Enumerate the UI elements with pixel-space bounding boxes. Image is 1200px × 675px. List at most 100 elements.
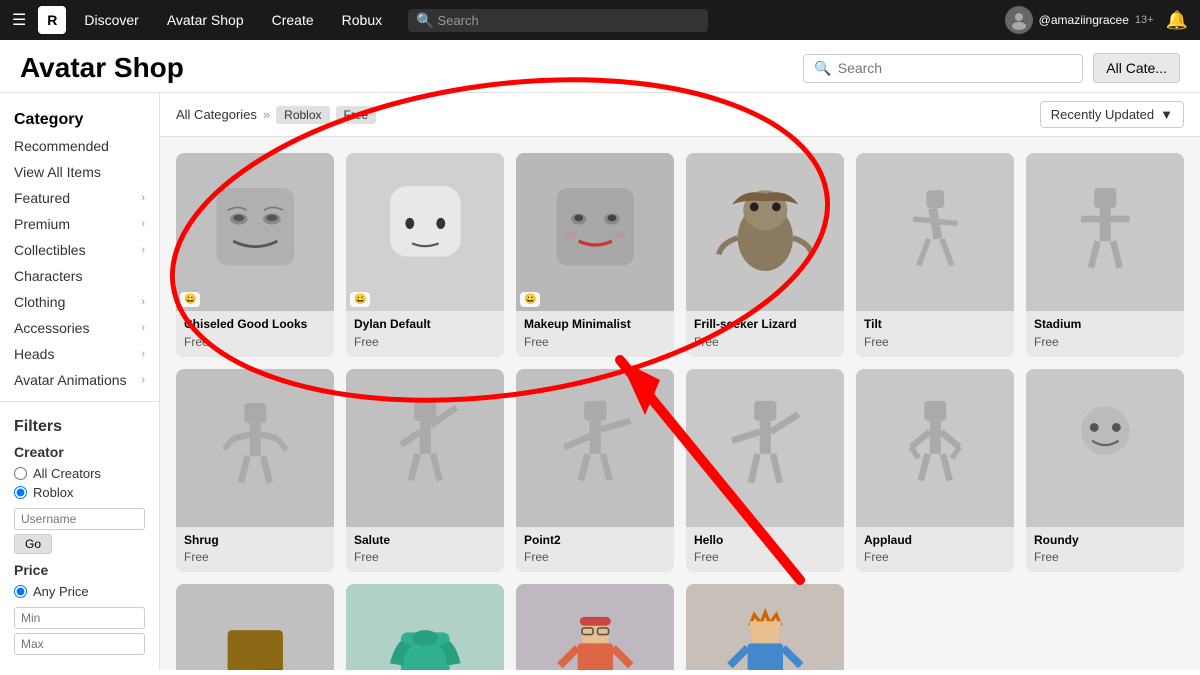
main-layout: Category Recommended View All Items Feat… (0, 93, 1200, 670)
sidebar-divider (0, 401, 159, 402)
item-name: Chiseled Good Looks (184, 317, 326, 333)
item-price: Free (864, 335, 1006, 349)
item-name: Stadium (1034, 317, 1176, 333)
chevron-down-icon: › (141, 374, 145, 386)
roblox-logo[interactable]: R (38, 6, 66, 34)
item-info: Frill-seeker Lizard Free (686, 311, 844, 357)
item-price: Free (1034, 550, 1176, 564)
item-badge: 😀 (180, 292, 200, 307)
hamburger-icon[interactable]: ☰ (12, 10, 26, 30)
item-price: Free (184, 335, 326, 349)
all-categories-button[interactable]: All Cate... (1093, 53, 1180, 83)
item-price: Free (694, 335, 836, 349)
sidebar-item-collectibles[interactable]: Collectibles › (0, 237, 159, 263)
item-card-shrug[interactable]: Shrug Free (176, 369, 334, 573)
item-name: Makeup Minimalist (524, 317, 666, 333)
item-card-frill-seeker-lizard[interactable]: Frill-seeker Lizard Free (686, 153, 844, 357)
item-info: Stadium Free (1026, 311, 1184, 357)
item-name: Salute (354, 533, 496, 549)
chevron-down-icon: › (141, 322, 145, 334)
item-card-character2[interactable]: Item Free (686, 584, 844, 670)
item-info: Dylan Default Free (346, 311, 504, 357)
breadcrumb-separator: » (263, 107, 270, 122)
navbar-right: @amaziingracee 13+ 🔔 (1005, 6, 1188, 34)
navbar-search-input[interactable] (438, 13, 701, 28)
item-card-tilt[interactable]: Tilt Free (856, 153, 1014, 357)
sidebar-item-avatar-animations[interactable]: Avatar Animations › (0, 367, 159, 393)
item-info: Point2 Free (516, 527, 674, 573)
breadcrumb-tag-free[interactable]: Free (336, 106, 377, 124)
item-info: Makeup Minimalist Free (516, 311, 674, 357)
price-any-radio[interactable] (14, 585, 27, 598)
sort-dropdown[interactable]: Recently Updated ▼ (1040, 101, 1184, 128)
item-card-character1[interactable]: Item Free (516, 584, 674, 670)
navbar-search-box[interactable]: 🔍 (408, 9, 708, 32)
item-name: Roundy (1034, 533, 1176, 549)
chevron-down-icon: › (141, 192, 145, 204)
user-profile[interactable]: @amaziingracee 13+ (1005, 6, 1154, 34)
sidebar-item-recommended[interactable]: Recommended (0, 133, 159, 159)
filters-section: Filters Creator All Creators Roblox Go P… (0, 410, 159, 663)
breadcrumb-tag-roblox[interactable]: Roblox (276, 106, 329, 124)
nav-discover[interactable]: Discover (74, 12, 148, 28)
age-label: 13+ (1135, 14, 1154, 26)
item-name: Tilt (864, 317, 1006, 333)
sidebar-item-clothing[interactable]: Clothing › (0, 289, 159, 315)
item-name: Hello (694, 533, 836, 549)
price-any-option[interactable]: Any Price (14, 584, 145, 599)
item-card-point2[interactable]: Point2 Free (516, 369, 674, 573)
item-price: Free (1034, 335, 1176, 349)
price-min-input[interactable] (14, 607, 145, 629)
creator-all-option[interactable]: All Creators (14, 466, 145, 481)
content-area: All Categories » Roblox Free Recently Up… (160, 93, 1200, 670)
navbar-search-icon: 🔍 (416, 12, 433, 29)
breadcrumb: All Categories » Roblox Free (176, 106, 376, 124)
sidebar-item-accessories[interactable]: Accessories › (0, 315, 159, 341)
notification-bell-icon[interactable]: 🔔 (1166, 10, 1188, 31)
item-card-roundy[interactable]: Roundy Free (1026, 369, 1184, 573)
item-card-hoodie[interactable]: Item Free (346, 584, 504, 670)
creator-roblox-radio[interactable] (14, 486, 27, 499)
nav-robux[interactable]: Robux (332, 12, 392, 28)
item-card-dylan-default[interactable]: 😀 Dylan Default Free (346, 153, 504, 357)
item-name: Frill-seeker Lizard (694, 317, 836, 333)
sidebar-item-heads[interactable]: Heads › (0, 341, 159, 367)
nav-avatar-shop[interactable]: Avatar Shop (157, 12, 254, 28)
header-search-box[interactable]: 🔍 (803, 54, 1083, 83)
username-input[interactable] (14, 508, 145, 530)
page-title: Avatar Shop (20, 52, 184, 84)
sidebar-item-featured[interactable]: Featured › (0, 185, 159, 211)
item-card-pants[interactable]: Item Free (176, 584, 334, 670)
sidebar-item-characters[interactable]: Characters (0, 263, 159, 289)
item-badge: 😀 (350, 292, 370, 307)
creator-roblox-option[interactable]: Roblox (14, 485, 145, 500)
item-card-applaud[interactable]: Applaud Free (856, 369, 1014, 573)
item-info: Tilt Free (856, 311, 1014, 357)
page-header-right: 🔍 All Cate... (803, 53, 1180, 83)
creator-all-radio[interactable] (14, 467, 27, 480)
category-title: Category (0, 103, 159, 133)
sidebar-item-view-all[interactable]: View All Items (0, 159, 159, 185)
item-badge: 😀 (520, 292, 540, 307)
nav-create[interactable]: Create (262, 12, 324, 28)
sidebar-item-premium[interactable]: Premium › (0, 211, 159, 237)
page-header: Avatar Shop 🔍 All Cate... (0, 40, 1200, 93)
item-price: Free (354, 550, 496, 564)
item-info: Salute Free (346, 527, 504, 573)
item-card-hello[interactable]: Hello Free (686, 369, 844, 573)
item-price: Free (524, 335, 666, 349)
username-label: @amaziingracee (1039, 13, 1129, 27)
price-max-input[interactable] (14, 633, 145, 655)
item-price: Free (184, 550, 326, 564)
item-card-salute[interactable]: Salute Free (346, 369, 504, 573)
item-price: Free (864, 550, 1006, 564)
avatar (1005, 6, 1033, 34)
item-name: Applaud (864, 533, 1006, 549)
header-search-input[interactable] (838, 60, 1073, 76)
item-price: Free (354, 335, 496, 349)
breadcrumb-main[interactable]: All Categories (176, 107, 257, 122)
item-card-chiseled-good-looks[interactable]: 😀 Chiseled Good Looks Free (176, 153, 334, 357)
go-button[interactable]: Go (14, 534, 52, 554)
item-card-makeup-minimalist[interactable]: 😀 Makeup Minimalist Free (516, 153, 674, 357)
item-card-stadium[interactable]: Stadium Free (1026, 153, 1184, 357)
